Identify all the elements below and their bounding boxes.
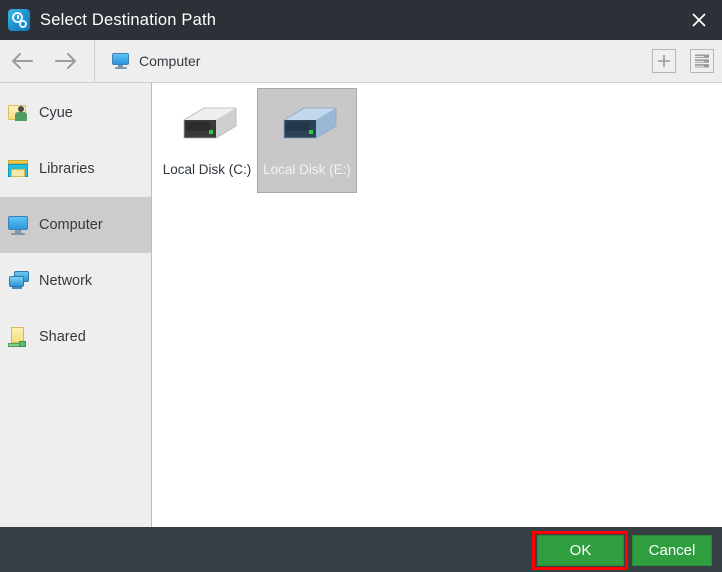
monitor-icon: [112, 53, 130, 69]
title-bar: Select Destination Path: [0, 0, 722, 40]
breadcrumb[interactable]: Computer: [95, 40, 200, 82]
network-icon: [8, 270, 30, 292]
toolbar-actions: [652, 40, 714, 82]
libraries-icon: [8, 158, 30, 180]
monitor-icon: [8, 214, 30, 236]
user-folder-icon: [8, 102, 30, 124]
forward-button[interactable]: [44, 40, 88, 82]
hard-drive-icon: [274, 102, 340, 148]
sidebar-item-network[interactable]: Network: [0, 253, 151, 309]
sidebar-item-label: Computer: [39, 217, 103, 233]
sidebar-item-label: Shared: [39, 329, 86, 345]
hard-drive-icon: [174, 102, 240, 148]
places-sidebar: Cyue Libraries Computer Network Shared: [0, 83, 152, 527]
sidebar-item-label: Libraries: [39, 161, 95, 177]
drive-label: Local Disk (C:): [162, 162, 252, 177]
sidebar-item-label: Cyue: [39, 105, 73, 121]
sidebar-item-shared[interactable]: Shared: [0, 309, 151, 365]
drive-item-c[interactable]: Local Disk (C:): [157, 88, 257, 193]
cancel-button[interactable]: Cancel: [632, 535, 712, 566]
back-button[interactable]: [0, 40, 44, 82]
dialog-body: Cyue Libraries Computer Network Shared L…: [0, 82, 722, 527]
navigation-toolbar: Computer: [0, 40, 722, 82]
shared-folder-icon: [8, 326, 30, 348]
sidebar-item-cyue[interactable]: Cyue: [0, 85, 151, 141]
drive-item-e[interactable]: Local Disk (E:): [257, 88, 357, 193]
nav-arrow-group: [0, 40, 95, 82]
sidebar-item-computer[interactable]: Computer: [0, 197, 151, 253]
sidebar-item-libraries[interactable]: Libraries: [0, 141, 151, 197]
select-destination-path-dialog: Select Destination Path Computer Cyue Li…: [0, 0, 722, 572]
ok-button[interactable]: OK: [537, 535, 624, 566]
sidebar-item-label: Network: [39, 273, 93, 289]
list-view-icon[interactable]: [690, 49, 714, 73]
plus-box-icon[interactable]: [652, 49, 676, 73]
drive-label: Local Disk (E:): [263, 162, 351, 177]
file-list: Local Disk (C:) Local Disk (E:): [153, 83, 722, 527]
clock-gear-icon: [8, 9, 30, 31]
close-icon[interactable]: [676, 0, 722, 40]
breadcrumb-label: Computer: [139, 53, 201, 69]
window-title: Select Destination Path: [40, 10, 217, 29]
